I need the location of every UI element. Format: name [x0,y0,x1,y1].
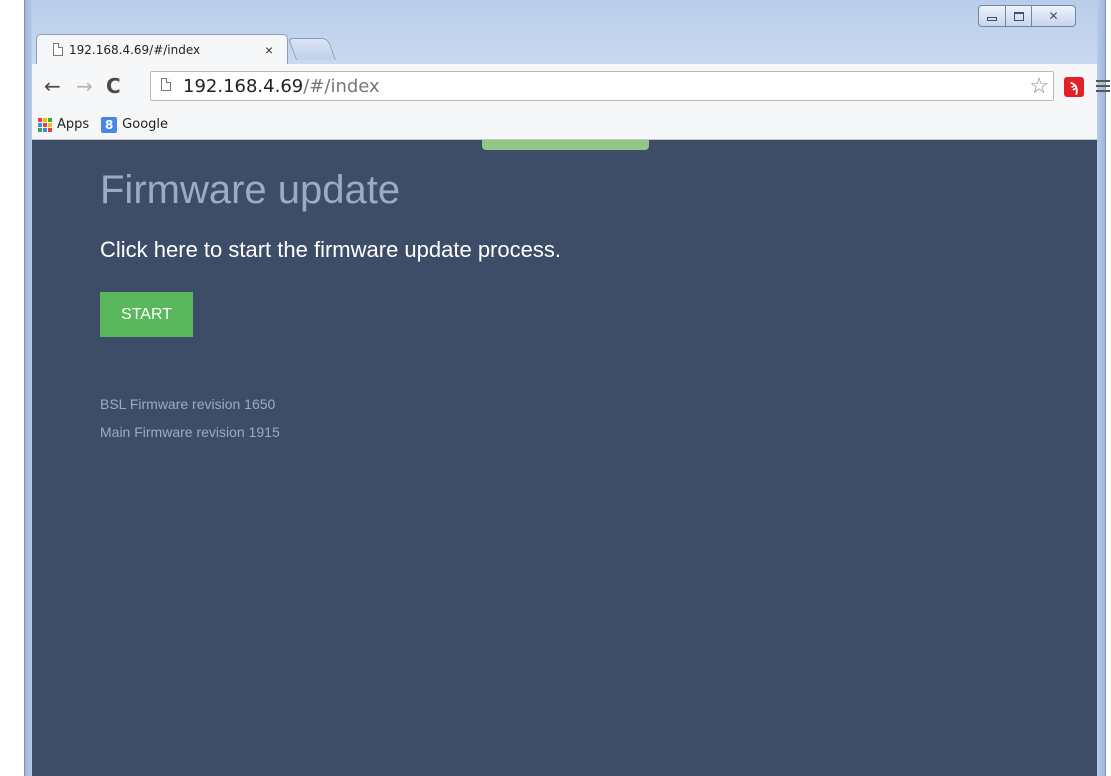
browser-tab[interactable]: 192.168.4.69/#/index × [36,34,288,64]
window-frame-left [24,0,32,776]
bookmark-apps[interactable]: Apps [38,117,89,132]
bookmark-google-label: Google [122,117,169,132]
minimize-icon [987,17,997,21]
extension-glyph: ϡ [1069,79,1079,95]
reload-icon[interactable]: C [106,74,121,98]
url-text[interactable]: 192.168.4.69/#/index [183,76,380,97]
antivirus-extension-icon[interactable]: ϡ [1064,77,1084,97]
window-frame-right [1097,0,1106,776]
screen-edge-right [1106,0,1111,776]
menu-hamburger-icon[interactable] [1096,80,1110,95]
menu-bar-line [1096,90,1110,92]
bookmarks-bar: Apps 8 Google [32,110,1097,140]
main-firmware-revision: Main Firmware revision 1915 [100,424,280,440]
close-icon: ✕ [1048,9,1059,23]
bsl-firmware-revision: BSL Firmware revision 1650 [100,396,276,412]
google-icon: 8 [101,116,118,133]
start-button[interactable]: START [100,292,193,337]
top-accent-bar [482,140,649,150]
menu-bar-line [1096,85,1110,87]
menu-bar-line [1096,80,1110,82]
maximize-icon [1013,11,1024,21]
page-title: Firmware update [100,168,401,212]
bookmark-star-icon[interactable]: ☆ [1029,72,1049,100]
window-controls: ✕ [978,5,1076,29]
close-window-button[interactable]: ✕ [1032,5,1076,27]
bookmark-apps-label: Apps [57,117,90,132]
page-subtitle: Click here to start the firmware update … [100,237,561,262]
tab-close-icon[interactable]: × [265,42,273,58]
address-bar[interactable]: 192.168.4.69/#/index ☆ [150,71,1054,101]
page-content: Firmware update Click here to start the … [32,140,1097,776]
screen-edge-left [0,0,24,776]
new-tab-button[interactable] [287,38,337,60]
browser-toolbar: ← → C 192.168.4.69/#/index ☆ ϡ [32,64,1110,110]
apps-grid-icon [38,117,52,132]
browser-window: ✕ 192.168.4.69/#/index × ← → C 192.168.4… [0,0,1111,776]
tab-title: 192.168.4.69/#/index [69,42,201,57]
forward-arrow-icon[interactable]: → [76,74,93,98]
minimize-button[interactable] [978,5,1006,27]
url-path: /#/index [303,76,380,97]
bookmark-google[interactable]: 8 Google [101,116,169,133]
back-arrow-icon[interactable]: ← [44,74,61,98]
page-icon [53,43,63,56]
url-host: 192.168.4.69 [183,76,304,97]
maximize-button[interactable] [1006,5,1032,27]
page-icon [161,78,171,91]
